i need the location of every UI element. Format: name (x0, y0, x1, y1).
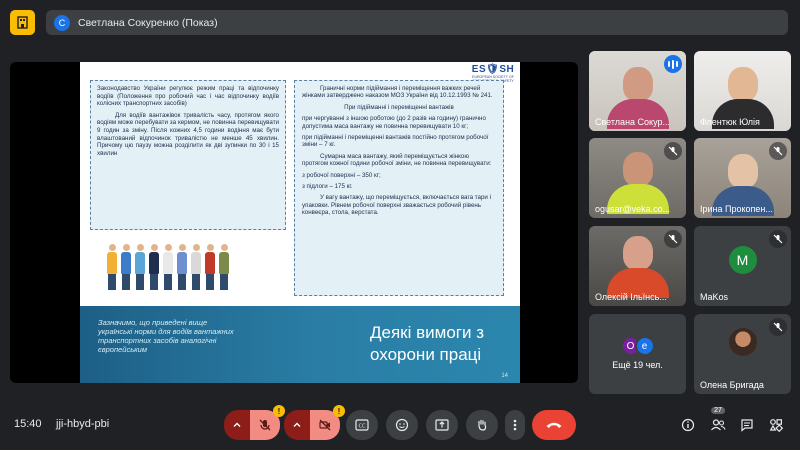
meeting-details-button[interactable] (10, 10, 35, 35)
presentation-stage[interactable]: ES🛡SH EUROPEAN SOCIETY OF OCCUPATIONAL S… (10, 62, 578, 383)
participant-name: Ірина Прокопен... (700, 204, 773, 214)
people-button[interactable]: 27 (709, 407, 727, 434)
participant-count-badge: 27 (711, 407, 725, 414)
slide: ES🛡SH EUROPEAN SOCIETY OF OCCUPATIONAL S… (80, 62, 520, 383)
present-screen-button[interactable] (426, 410, 458, 440)
mic-off-icon (259, 419, 271, 431)
avatar: M (728, 246, 757, 274)
chevron-up-icon (293, 422, 301, 427)
captions-button[interactable]: CC (346, 410, 378, 440)
camera-toggle-button[interactable]: ! (310, 405, 345, 440)
left-paragraph-2: Для водіїв вантажівок тривалість часу, п… (97, 111, 279, 157)
raise-hand-button[interactable] (466, 410, 498, 440)
video-options-button[interactable] (284, 410, 310, 440)
meeting-info-button[interactable] (679, 416, 697, 434)
avatar (728, 328, 757, 356)
more-options-button[interactable] (505, 410, 525, 440)
chevron-up-icon (233, 422, 241, 427)
participant-name: Флентюк Юлія (700, 117, 760, 127)
warning-icon: ! (273, 405, 285, 417)
slide-title: Деякі вимоги з охорони праці (370, 323, 484, 364)
participant-name: MaKos (700, 292, 729, 302)
control-bar: 15:40 jji-hbyd-pbi ! ! CC 27 (0, 400, 800, 450)
chat-icon (741, 419, 753, 432)
more-participants-label: Ещё 19 чел. (612, 360, 663, 370)
participant-tile[interactable]: ogusar@veka.co... (589, 138, 686, 218)
participant-tile[interactable]: Светлана Сокур... (589, 51, 686, 131)
info-icon (681, 418, 695, 432)
right-paragraph-1: Граничні норми підіймання і переміщення … (302, 85, 493, 100)
audio-options-button[interactable] (224, 410, 250, 440)
right-paragraph-3: при чергуванні з іншою роботою (до 2 раз… (302, 115, 486, 130)
avatar: e (634, 336, 655, 356)
mic-toggle-button[interactable]: ! (250, 405, 285, 440)
participant-name: Олексій Ільїнсь... (595, 292, 667, 302)
warning-icon: ! (333, 405, 345, 417)
participant-name: Светлана Сокур... (595, 117, 670, 127)
activities-icon (769, 419, 783, 432)
presenter-avatar: С (54, 14, 70, 31)
captions-icon: CC (355, 419, 369, 431)
slide-footer: Зазначимо, що приведені вище українські … (80, 306, 520, 383)
participant-name: Олена Бригада (700, 380, 764, 390)
avatar-stack: О e (620, 336, 655, 356)
hang-up-icon (546, 422, 562, 428)
right-paragraph-4: при підійманні і переміщенні вантажів по… (302, 134, 489, 149)
meet-window: С Светлана Сокуренко (Показ) ES🛡SH EUROP… (0, 0, 800, 450)
right-text-box: Граничні норми підіймання і переміщення … (294, 80, 504, 296)
presenter-title: Светлана Сокуренко (Показ) (78, 16, 218, 29)
mic-off-icon (769, 230, 787, 248)
mic-off-icon (664, 230, 682, 248)
meeting-code: jji-hbyd-pbi (56, 418, 110, 430)
people-icon (711, 419, 726, 431)
chat-button[interactable] (738, 416, 756, 434)
camera-off-icon (319, 419, 331, 431)
participant-tile[interactable]: Флентюк Юлія (694, 51, 791, 131)
more-vert-icon (513, 419, 517, 431)
svg-text:CC: CC (359, 423, 366, 429)
participant-name: ogusar@veka.co... (595, 204, 671, 214)
right-paragraph-5: Сумарна маса вантажу, який переміщується… (302, 152, 492, 168)
left-paragraph-1: Законодавство України регулює режим прац… (97, 85, 279, 108)
present-icon (435, 419, 449, 431)
presenter-chip[interactable]: С Светлана Сокуренко (Показ) (46, 10, 788, 35)
right-paragraph-8: У вагу вантажу, що переміщується, включа… (302, 194, 491, 217)
mic-off-icon (769, 318, 787, 336)
slide-page-number: 14 (501, 373, 508, 379)
left-text-box: Законодавство України регулює режим прац… (90, 80, 286, 230)
speaking-indicator-icon (664, 55, 682, 73)
reactions-button[interactable] (386, 410, 418, 440)
footer-note: Зазначимо, що приведені вище українські … (98, 318, 234, 354)
participant-tile[interactable]: Ірина Прокопен... (694, 138, 791, 218)
emoji-icon (395, 418, 409, 432)
mic-off-icon (664, 142, 682, 160)
mic-off-icon (769, 142, 787, 160)
right-paragraph-7: з підлоги – 175 кг. (302, 183, 353, 191)
activities-button[interactable] (767, 416, 785, 434)
right-paragraph-2: При підійманні і переміщенні вантажів (344, 103, 454, 111)
participant-tile[interactable]: Олена Бригада (694, 314, 791, 394)
right-paragraph-6: з робочої поверхні – 350 кг; (302, 171, 381, 179)
more-participants-tile[interactable]: О e Ещё 19 чел. (589, 314, 686, 394)
leave-call-button[interactable] (532, 410, 576, 440)
hand-icon (478, 419, 487, 431)
clock: 15:40 (14, 418, 42, 430)
building-icon (17, 16, 28, 29)
participant-tile[interactable]: Олексій Ільїнсь... (589, 226, 686, 306)
participant-tile[interactable]: M MaKos (694, 226, 791, 306)
workers-illustration (106, 238, 276, 290)
